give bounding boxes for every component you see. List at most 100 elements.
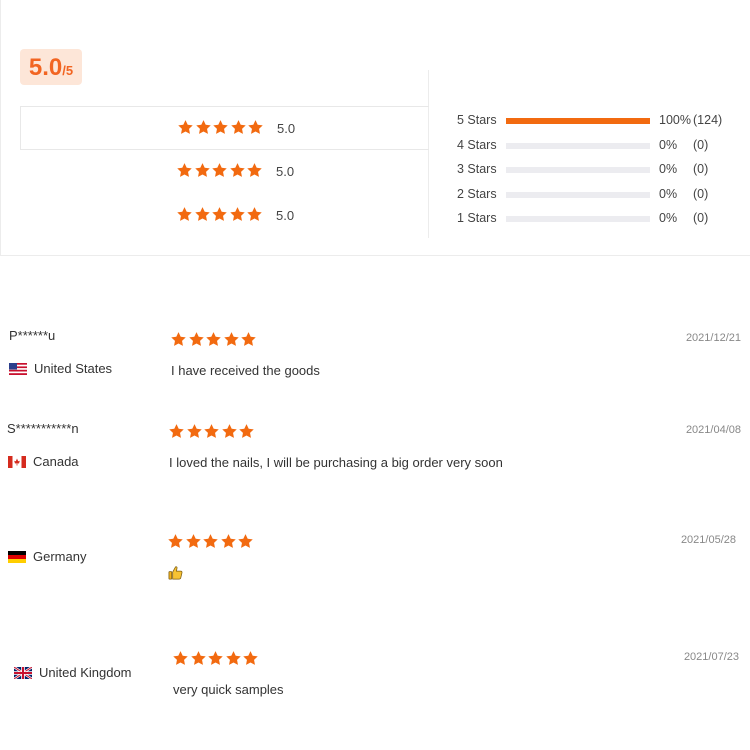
distribution-row-5[interactable]: 5 Stars 100% (124) — [457, 110, 747, 135]
distribution-count: (0) — [693, 162, 709, 176]
star-icon — [203, 423, 220, 440]
country-name: United Kingdom — [39, 665, 132, 680]
distribution-percent: 0% — [659, 186, 678, 201]
thumbs-up-icon — [168, 566, 183, 580]
star-icon — [246, 162, 263, 179]
star-icon — [221, 423, 238, 440]
distribution-bar — [506, 216, 650, 222]
distribution-label: 4 Stars — [457, 137, 497, 152]
distribution-count: (0) — [693, 211, 709, 225]
review-item: United Kingdom 2021/07/23 very quick sam… — [0, 650, 750, 710]
review-text: I have received the goods — [171, 363, 320, 378]
overall-score-badge: 5.0 /5 — [20, 49, 82, 85]
distribution-percent: 0% — [659, 162, 678, 176]
sub-rating-value: 5.0 — [276, 164, 295, 179]
distribution-bar — [506, 118, 650, 124]
distribution-row-1[interactable]: 1 Stars 0% (0) — [457, 208, 747, 233]
sub-rating-stars — [177, 119, 265, 136]
star-icon — [186, 423, 203, 440]
sub-rating-value: 5.0 — [276, 208, 295, 223]
review-item: Germany 2021/05/28 — [0, 533, 750, 593]
star-icon — [225, 650, 242, 667]
star-icon — [194, 162, 211, 179]
reviewer-country: Canada — [8, 454, 79, 469]
sub-rating-value: 5.0 — [277, 121, 296, 136]
distribution-count: (0) — [693, 137, 709, 152]
review-text: I loved the nails, I will be purchasing … — [169, 455, 503, 470]
review-text: very quick samples — [173, 682, 284, 697]
distribution-count: (0) — [693, 186, 709, 201]
reviews-page: 5.0 /5 5.0 5.0 5.0 5 Stars 100% (124) 4 … — [0, 0, 750, 750]
star-icon — [229, 162, 246, 179]
review-date: 2021/12/21 — [685, 332, 741, 344]
distribution-label: 1 Stars — [457, 211, 497, 225]
star-icon — [242, 650, 259, 667]
star-icon — [237, 533, 254, 550]
reviewer-country: Germany — [8, 549, 86, 564]
review-stars — [172, 650, 260, 667]
distribution-label: 2 Stars — [457, 186, 497, 201]
star-icon — [177, 119, 194, 136]
distribution-row-3[interactable]: 3 Stars 0% (0) — [457, 159, 747, 184]
star-icon — [247, 119, 264, 136]
distribution-row-2[interactable]: 2 Stars 0% (0) — [457, 184, 747, 209]
star-icon — [229, 206, 246, 223]
review-item: S***********n Canada 2021/04/08 I loved … — [0, 420, 750, 480]
star-icon — [223, 331, 240, 348]
distribution-percent: 0% — [659, 137, 678, 152]
sub-rating-stars — [176, 162, 264, 179]
overall-score-max: /5 — [62, 63, 74, 78]
star-icon — [205, 331, 222, 348]
rating-summary-panel: 5.0 /5 5.0 5.0 5.0 5 Stars 100% (124) 4 … — [0, 0, 750, 256]
distribution-percent: 100% — [659, 113, 691, 127]
star-distribution: 5 Stars 100% (124) 4 Stars 0% (0) 3 Star… — [457, 110, 747, 233]
us-flag-icon — [9, 362, 27, 375]
star-icon — [172, 650, 189, 667]
reviewer-country: United States — [9, 361, 112, 376]
review-stars — [170, 331, 258, 348]
star-icon — [168, 423, 185, 440]
star-icon — [185, 533, 202, 550]
star-icon — [202, 533, 219, 550]
star-icon — [240, 331, 257, 348]
star-icon — [220, 533, 237, 550]
star-icon — [230, 119, 247, 136]
distribution-bar — [506, 167, 650, 173]
distribution-bar — [506, 142, 650, 149]
country-name: United States — [34, 361, 113, 376]
de-flag-icon — [8, 550, 26, 563]
country-name: Germany — [33, 549, 87, 564]
sub-rating-row: 5.0 — [20, 194, 429, 238]
distribution-count: (124) — [693, 113, 723, 127]
star-icon — [176, 162, 193, 179]
review-date: 2021/04/08 — [685, 424, 741, 436]
sub-rating-row: 5.0 — [20, 150, 429, 194]
star-icon — [194, 206, 211, 223]
review-date: 2021/05/28 — [680, 534, 736, 546]
review-stars — [168, 423, 256, 440]
distribution-label: 5 Stars — [457, 113, 497, 127]
review-stars — [167, 533, 255, 550]
sub-rating-row: 5.0 — [20, 106, 429, 150]
ca-flag-icon — [8, 455, 26, 468]
distribution-bar-fill — [506, 118, 650, 124]
star-icon — [207, 650, 224, 667]
star-icon — [195, 119, 212, 136]
overall-score: 5.0 — [28, 54, 63, 81]
star-icon — [246, 206, 263, 223]
review-item: P******u United States 2021/12/21 I have… — [0, 327, 750, 387]
gb-flag-icon — [14, 666, 32, 679]
country-name: Canada — [33, 454, 79, 469]
star-icon — [176, 206, 193, 223]
star-icon — [211, 162, 228, 179]
sub-ratings: 5.0 5.0 5.0 — [20, 106, 429, 238]
reviewer-name: P******u — [9, 328, 56, 343]
sub-rating-stars — [176, 206, 264, 223]
distribution-row-4[interactable]: 4 Stars 0% (0) — [457, 135, 747, 160]
star-icon — [188, 331, 205, 348]
star-icon — [212, 119, 229, 136]
distribution-bar — [506, 191, 650, 198]
review-date: 2021/07/23 — [683, 651, 739, 663]
star-icon — [167, 533, 184, 550]
star-icon — [238, 423, 255, 440]
